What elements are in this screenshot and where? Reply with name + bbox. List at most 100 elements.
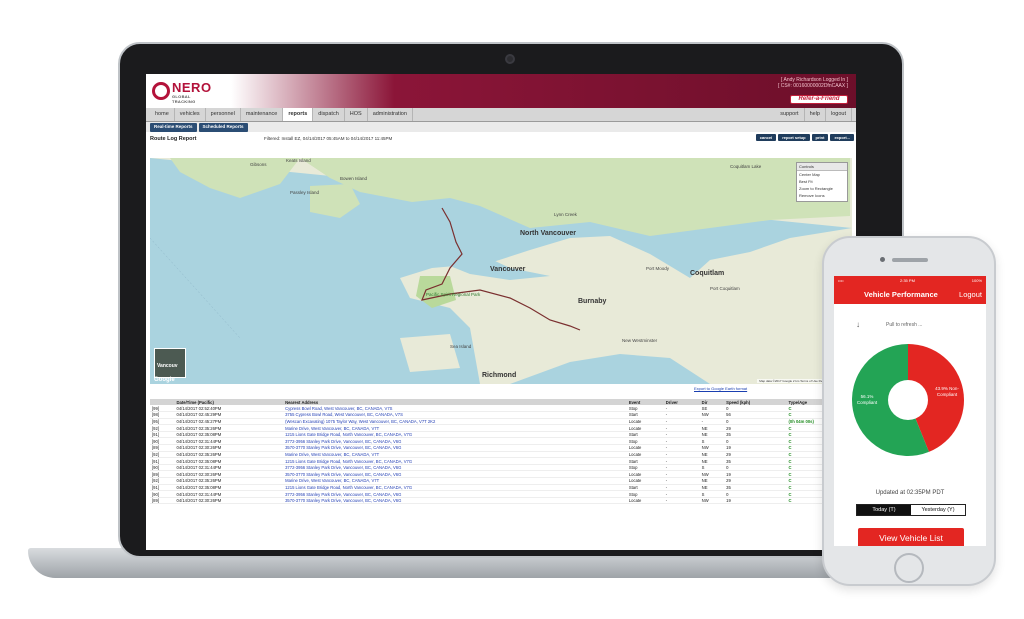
table-row[interactable]: [90] 04/14/2017 02:31:44PM 3772-3956 Stanl… <box>150 464 852 472</box>
row-speed: 35 <box>724 457 787 465</box>
tab-dispatch[interactable]: dispatch <box>313 108 345 121</box>
brand-sub: GLOBAL TRACKING <box>172 94 196 104</box>
table-row[interactable]: [99] 04/14/2017 02:52:40PM Cypress Bowl Ro… <box>150 405 852 413</box>
table-row[interactable]: [92] 04/14/2017 02:35:26PM Marine Drive, W… <box>150 477 852 485</box>
tab-maintenance[interactable]: maintenance <box>241 108 284 121</box>
row-datetime: 04/14/2017 02:35:26PM <box>174 424 284 432</box>
map-label-vancouver: Vancouver <box>490 266 526 273</box>
nero-logo[interactable]: NERO GLOBAL TRACKING <box>152 80 212 104</box>
tab-home[interactable]: home <box>150 108 175 121</box>
row-address[interactable]: 3570-3770 Stanley Park Drive, Vancouver,… <box>283 444 627 452</box>
stage: NERO GLOBAL TRACKING [ Andy Richardson L… <box>0 0 1024 619</box>
row-driver: - <box>663 490 700 498</box>
map-satellite-thumbnail[interactable]: Vancouv <box>154 348 186 378</box>
remove-icons-option[interactable]: Remove Icons <box>797 192 847 199</box>
table-row[interactable]: [90] 04/14/2017 02:31:44PM 3772-3956 Stanl… <box>150 437 852 446</box>
row-event: Locate <box>626 424 664 432</box>
compliant-label: 56.1% Compliant <box>856 394 878 405</box>
row-driver: - <box>663 470 700 479</box>
route-map[interactable]: Gibsons Keats Island Bowen Island Passle… <box>150 158 852 384</box>
print-button[interactable]: print <box>811 134 829 141</box>
row-address[interactable]: 1215 Lions Gate Bridge Road, North Vanco… <box>283 457 627 465</box>
export-button[interactable]: export... <box>830 134 854 141</box>
row-address[interactable]: 1215 Lions Gate Bridge Road, North Vanco… <box>283 431 627 439</box>
map-label-lynn-creek: Lynn Creek <box>554 212 577 217</box>
pull-to-refresh[interactable]: ↓ Pull to refresh ... <box>834 320 986 330</box>
zoom-rectangle-option[interactable]: Zoom to Rectangle <box>797 185 847 192</box>
map-label-gibsons: Gibsons <box>250 162 267 167</box>
phone-speaker <box>892 258 928 262</box>
best-fit-option[interactable]: Best Fit <box>797 178 847 185</box>
controls-title[interactable]: Controls <box>797 163 847 171</box>
refer-a-friend-button[interactable]: Refer-a-Friend <box>790 95 848 104</box>
row-address[interactable]: 3570-3770 Stanley Park Drive, Vancouver,… <box>283 497 627 505</box>
table-row[interactable]: [89] 04/14/2017 02:30:26PM 3570-3770 Stanl… <box>150 470 852 479</box>
logout-link[interactable]: logout <box>826 108 852 121</box>
row-address[interactable]: 3755 Cypress Bowl Road, West Vancouver, … <box>283 411 627 419</box>
center-map-option[interactable]: Center Map <box>797 171 847 178</box>
table-row[interactable]: [91] 04/14/2017 02:35:08PM 1215 Lions Gate… <box>150 431 852 439</box>
help-link[interactable]: help <box>805 108 826 121</box>
laptop: NERO GLOBAL TRACKING [ Andy Richardson L… <box>118 42 904 558</box>
tab-personnel[interactable]: personnel <box>206 108 241 121</box>
row-address[interactable]: 3772-3956 Stanley Park Drive, Vancouver,… <box>283 464 627 472</box>
home-button[interactable] <box>894 553 924 583</box>
row-index: [92] <box>150 424 175 432</box>
row-driver: - <box>663 457 700 465</box>
row-address[interactable]: Cypress Bowl Road, West Vancouver, BC, C… <box>283 405 627 413</box>
tab-administration[interactable]: administration <box>368 108 413 121</box>
row-datetime: 04/14/2017 02:30:26PM <box>174 444 284 452</box>
phone-logout-button[interactable]: Logout <box>959 290 982 299</box>
row-dir: NE <box>699 424 725 432</box>
table-row[interactable]: [91] 04/14/2017 02:35:08PM 1215 Lions Gate… <box>150 484 852 492</box>
row-address[interactable]: 1215 Lions Gate Bridge Road, North Vanco… <box>283 484 627 492</box>
phone-title: Vehicle Performance <box>864 290 938 299</box>
row-address[interactable]: (Wescan Excavating) 1075 Taylor Way, Wes… <box>283 418 627 426</box>
row-speed: 19 <box>724 497 787 505</box>
cancel-button[interactable]: cancel <box>755 134 777 141</box>
view-vehicle-list-button[interactable]: View Vehicle List <box>858 528 964 546</box>
row-datetime: 04/14/2017 02:35:26PM <box>174 477 284 485</box>
table-row[interactable]: [91] 04/14/2017 02:35:08PM 1215 Lions Gate… <box>150 457 852 465</box>
row-datetime: 04/14/2017 02:52:40PM <box>174 405 284 413</box>
support-link[interactable]: support <box>775 108 805 121</box>
table-row[interactable]: [89] 04/14/2017 02:30:26PM 3570-3770 Stanl… <box>150 444 852 452</box>
tab-scheduled-reports[interactable]: Scheduled Reports <box>198 123 248 132</box>
table-row[interactable]: [92] 04/14/2017 02:35:26PM Marine Drive, W… <box>150 451 852 459</box>
report-setup-button[interactable]: report setup <box>778 134 810 141</box>
today-toggle[interactable]: Today (T) <box>857 505 911 515</box>
map-label-sea-island: Sea Island <box>450 344 472 349</box>
row-address[interactable]: Marine Drive, West Vancouver, BC, CANADA… <box>283 424 627 432</box>
status-bar: •••• 2:35 PM 100% <box>834 276 986 284</box>
tab-hos[interactable]: HOS <box>345 108 368 121</box>
row-address[interactable]: Marine Drive, West Vancouver, BC, CANADA… <box>283 477 627 485</box>
map-label-coquitlam-lake: Coquitlam Lake <box>730 164 762 169</box>
table-row[interactable]: [92] 04/14/2017 02:35:26PM Marine Drive, W… <box>150 424 852 432</box>
table-row[interactable]: [89] 04/14/2017 02:30:26PM 3570-3770 Stanl… <box>150 497 852 505</box>
tab-reports[interactable]: reports <box>283 108 314 121</box>
tab-vehicles[interactable]: vehicles <box>175 108 206 121</box>
row-address[interactable]: Marine Drive, West Vancouver, BC, CANADA… <box>283 451 627 459</box>
row-index: [89] <box>150 444 175 452</box>
map-controls[interactable]: Controls Center Map Best Fit Zoom to Rec… <box>796 162 848 202</box>
row-event: Stop <box>626 405 664 413</box>
row-address[interactable]: 3772-3956 Stanley Park Drive, Vancouver,… <box>283 437 627 446</box>
table-row[interactable]: [90] 04/14/2017 02:31:44PM 3772-3956 Stanl… <box>150 490 852 498</box>
row-address[interactable]: 3772-3956 Stanley Park Drive, Vancouver,… <box>283 490 627 498</box>
tab-real-time-reports[interactable]: Real-time Reports <box>150 123 197 132</box>
row-event: Start <box>626 411 664 419</box>
table-row[interactable]: [98] 04/14/2017 02:45:29PM 3755 Cypress Bo… <box>150 411 852 419</box>
table-row[interactable]: [95] 04/14/2017 02:45:27PM (Wescan Excavat… <box>150 418 852 426</box>
phone: •••• 2:35 PM 100% Vehicle Performance Lo… <box>822 236 996 586</box>
map-label-pacific-spirit-park: Pacific Spirit Regional Park <box>426 292 481 297</box>
row-driver: - <box>663 444 700 452</box>
phone-screen: •••• 2:35 PM 100% Vehicle Performance Lo… <box>834 276 986 546</box>
export-google-earth-link[interactable]: Export to Google Earth format <box>694 386 747 391</box>
row-index: [99] <box>150 405 175 413</box>
row-driver: - <box>663 477 700 485</box>
row-index: [90] <box>150 437 175 446</box>
row-driver: - <box>663 418 700 426</box>
yesterday-toggle[interactable]: Yesterday (Y) <box>911 505 965 515</box>
row-address[interactable]: 3570-3770 Stanley Park Drive, Vancouver,… <box>283 470 627 479</box>
map-label-port-moody: Port Moody <box>646 266 670 271</box>
